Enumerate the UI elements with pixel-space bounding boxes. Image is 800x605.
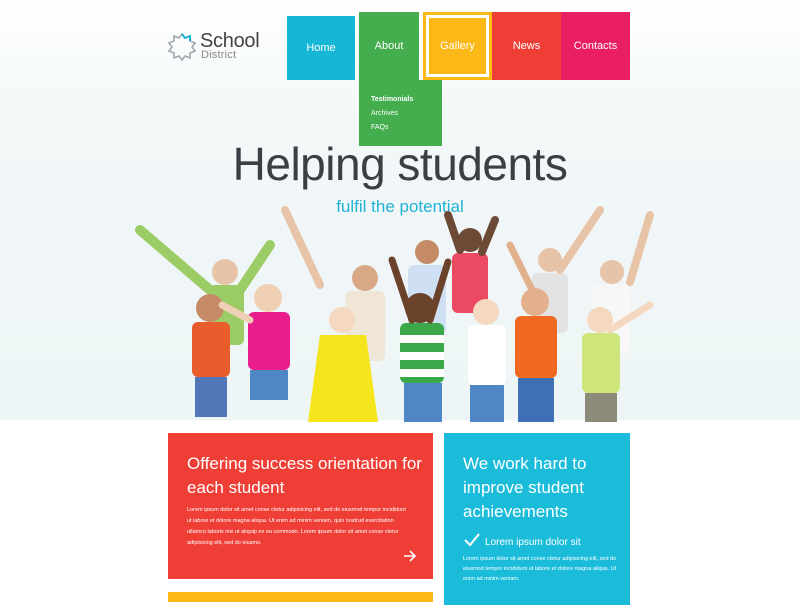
card-body: Lorem ipsum dolor sit amet conse ctetur … [187,507,406,546]
card-body: Lorem ipsum dolor sit amet conse ctetur … [463,556,617,582]
nav-gallery[interactable]: Gallery [423,12,492,80]
nav-contacts[interactable]: Contacts [561,12,630,80]
submenu-item-archives[interactable]: Archives [371,110,398,117]
feature-card-achievements: We work hard to improve student achievem… [444,433,630,605]
logo-subtitle: District [201,49,237,61]
logo-icon [168,32,196,62]
arrow-right-icon[interactable] [403,549,417,563]
feature-card-yellow [168,592,433,602]
nav-about[interactable]: About [359,12,419,80]
nav-home[interactable]: Home [287,16,355,80]
card-title: We work hard to improve student achievem… [463,454,587,521]
submenu-item-testimonials[interactable]: Testimonials [371,96,413,103]
hero-image-crowd [135,206,654,422]
check-label: Lorem ipsum dolor sit [485,537,581,548]
hero-title: Helping students [232,138,568,190]
nav-news[interactable]: News [492,12,561,80]
site-logo[interactable]: School District [168,30,268,66]
checkmark-icon [464,533,480,547]
card-title: Offering success orientation for each st… [187,454,422,497]
feature-card-success: Offering success orientation for each st… [168,433,433,579]
submenu-item-faqs[interactable]: FAQs [371,124,389,131]
